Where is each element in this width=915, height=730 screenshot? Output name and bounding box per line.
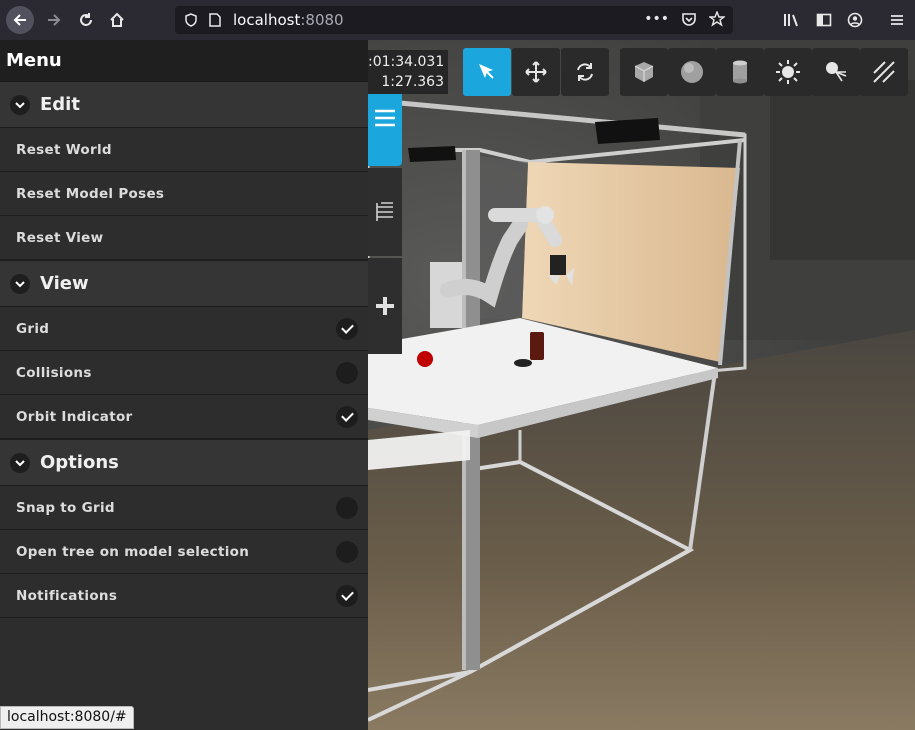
shield-icon: [185, 13, 197, 27]
collisions-toggle[interactable]: [336, 362, 358, 384]
notifications-toggle[interactable]: [336, 585, 358, 607]
sphere-icon: [681, 61, 703, 83]
cylinder-icon: [733, 60, 747, 84]
library-icon: [784, 14, 798, 27]
section-options[interactable]: Options: [0, 439, 368, 486]
menu-item-reset-model-poses[interactable]: Reset Model Poses: [0, 172, 368, 216]
sim-time: :01:34.031: [368, 54, 445, 70]
menu-item-label: Orbit Indicator: [16, 408, 133, 425]
menu-item-snap-to-grid[interactable]: Snap to Grid: [0, 486, 368, 530]
chevron-down-icon: [10, 273, 30, 294]
menu-item-label: Reset World: [16, 141, 112, 158]
snap-to-grid-toggle[interactable]: [336, 497, 358, 519]
back-button[interactable]: [6, 6, 34, 34]
bookmark-star-icon[interactable]: [709, 11, 725, 27]
chevron-down-icon: [10, 452, 30, 473]
url-host: localhost: [233, 11, 301, 29]
side-menu: Menu Edit Reset World Reset Model Poses …: [0, 40, 368, 730]
menu-item-reset-view[interactable]: Reset View: [0, 216, 368, 260]
insert-directional-light-button[interactable]: [860, 48, 908, 96]
plus-icon: [376, 297, 394, 315]
account-button[interactable]: [841, 6, 869, 34]
link-status-bar: localhost:8080/#: [0, 706, 134, 729]
time-panel: :01:34.031 1:27.363: [368, 50, 448, 94]
menu-item-label: Reset View: [16, 229, 104, 246]
menu-item-label: Notifications: [16, 587, 118, 604]
menu-item-label: Open tree on model selection: [16, 543, 250, 560]
arrow-left-icon: [13, 14, 26, 26]
box-icon: [634, 62, 654, 82]
open-tree-toggle[interactable]: [336, 541, 358, 563]
chevron-down-icon: [10, 94, 30, 115]
menu-item-orbit-indicator[interactable]: Orbit Indicator: [0, 395, 368, 439]
reload-button[interactable]: [72, 6, 100, 34]
more-icon[interactable]: •••: [644, 11, 669, 27]
menu-item-label: Snap to Grid: [16, 499, 115, 516]
url-bar[interactable]: localhost:8080 •••: [175, 6, 733, 34]
arrow-right-icon: [48, 14, 61, 26]
menu-item-reset-world[interactable]: Reset World: [0, 128, 368, 172]
menu-item-label: Collisions: [16, 364, 92, 381]
orbit-indicator-toggle[interactable]: [336, 406, 358, 428]
hamburger-icon: [891, 15, 903, 25]
insert-cylinder-button[interactable]: [716, 48, 764, 96]
url-port: :8080: [300, 11, 344, 29]
account-icon: [847, 12, 863, 28]
sidebar-button[interactable]: [810, 6, 838, 34]
translate-mode-button[interactable]: [512, 48, 560, 96]
tree-icon: [376, 202, 393, 221]
menu-item-open-tree[interactable]: Open tree on model selection: [0, 530, 368, 574]
reload-icon: [80, 13, 92, 26]
forward-button[interactable]: [40, 6, 68, 34]
hamburger-icon: [375, 109, 395, 127]
translate-icon: [525, 61, 547, 83]
menu-item-notifications[interactable]: Notifications: [0, 574, 368, 618]
section-label: Edit: [40, 94, 80, 115]
insert-sphere-button[interactable]: [668, 48, 716, 96]
real-time: 1:27.363: [381, 74, 444, 90]
menu-item-label: Grid: [16, 320, 50, 337]
library-button[interactable]: [778, 6, 806, 34]
insert-point-light-button[interactable]: [764, 48, 812, 96]
home-icon: [110, 12, 124, 27]
page-icon: [209, 13, 221, 27]
insert-spot-light-button[interactable]: [812, 48, 860, 96]
insert-tab[interactable]: [368, 258, 402, 354]
rotate-mode-button[interactable]: [561, 48, 609, 96]
pocket-icon[interactable]: [681, 11, 697, 27]
point-light-icon: [776, 60, 800, 84]
section-edit[interactable]: Edit: [0, 81, 368, 128]
tree-tab[interactable]: [368, 168, 402, 256]
app-menu-button[interactable]: [883, 6, 911, 34]
section-view[interactable]: View: [0, 260, 368, 307]
select-icon: [479, 64, 494, 79]
sidebar-icon: [816, 13, 832, 27]
section-label: View: [40, 273, 89, 294]
rotate-icon: [577, 63, 593, 81]
browser-toolbar: localhost:8080 •••: [0, 0, 915, 40]
home-button[interactable]: [103, 6, 131, 34]
grid-toggle[interactable]: [336, 318, 358, 340]
select-mode-button[interactable]: [463, 48, 511, 96]
menu-item-collisions[interactable]: Collisions: [0, 351, 368, 395]
menu-item-grid[interactable]: Grid: [0, 307, 368, 351]
section-label: Options: [40, 452, 119, 473]
directional-light-icon: [873, 61, 895, 83]
menu-title: Menu: [0, 40, 368, 81]
insert-box-button[interactable]: [620, 48, 668, 96]
menu-item-label: Reset Model Poses: [16, 185, 165, 202]
spot-light-icon: [826, 62, 847, 82]
